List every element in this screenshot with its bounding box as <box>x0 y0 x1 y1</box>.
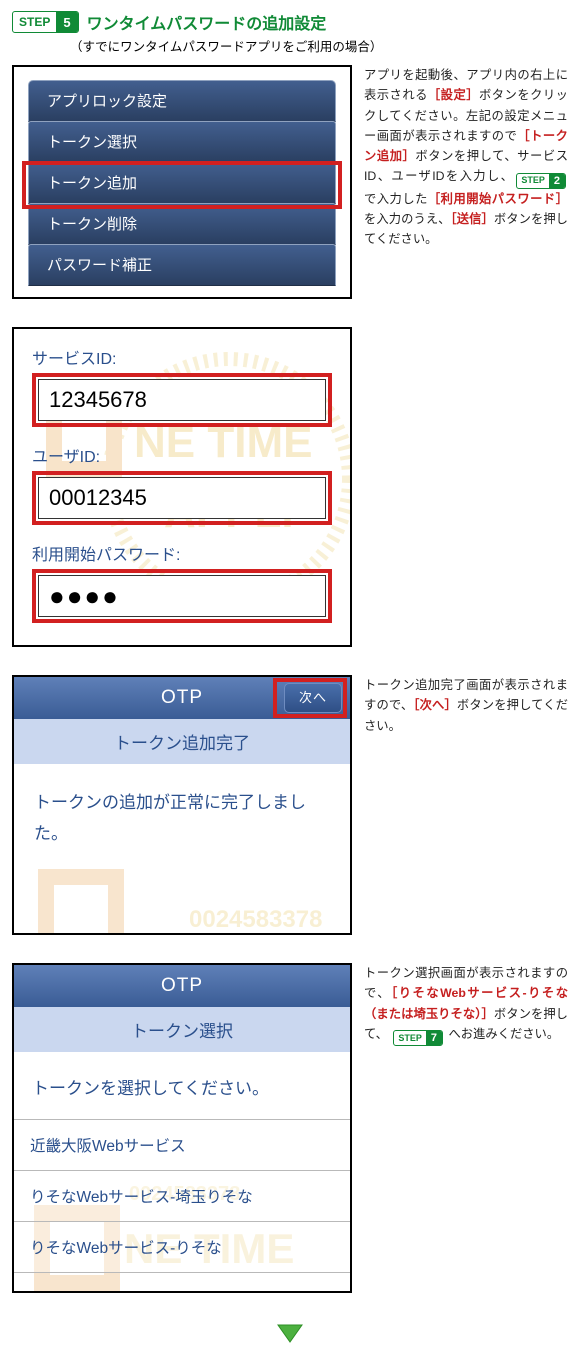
settings-note: アプリを起動後、アプリ内の右上に表示される［設定］ボタンをクリックしてください。… <box>364 65 568 250</box>
next-button[interactable]: 次へ <box>284 683 342 713</box>
menu-item-token-add[interactable]: トークン追加 <box>28 162 336 204</box>
otp-title: OTP <box>161 975 203 997</box>
menu-item-password-fix[interactable]: パスワード補正 <box>28 244 336 286</box>
settings-menu-frame: アプリロック設定 トークン選択 トークン追加 トークン削除 パスワード補正 <box>12 65 352 299</box>
step-2-badge: STEP2 <box>516 173 566 189</box>
note-hl-start-pw: ［利用開始パスワード］ <box>428 192 568 206</box>
otp-title-bar: OTP 次へ <box>14 677 350 719</box>
menu-item-token-delete[interactable]: トークン削除 <box>28 203 336 245</box>
otp-title: OTP <box>161 687 203 709</box>
note-hl-next: ［次へ］ <box>413 698 457 712</box>
token-item-kinki[interactable]: 近畿大阪Webサービス <box>14 1119 350 1170</box>
otp-subtitle: トークン追加完了 <box>14 719 350 764</box>
user-id-label: ユーザID: <box>32 443 332 467</box>
page-title: ワンタイムパスワードの追加設定 <box>87 10 327 34</box>
otp-subtitle: トークン選択 <box>14 1007 350 1052</box>
token-item-saitama[interactable]: りそなWebサービス-埼玉りそな <box>14 1170 350 1221</box>
page-subtitle: （すでにワンタイムパスワードアプリをご利用の場合） <box>70 36 568 55</box>
highlight-user-id <box>32 471 332 525</box>
token-list: 近畿大阪Webサービス りそなWebサービス-埼玉りそな りそなWebサービス-… <box>14 1119 350 1273</box>
token-item-resona[interactable]: りそなWebサービス-りそな <box>14 1221 350 1273</box>
form-frame: NE TIME APPLI サービスID: ユーザID: <box>12 327 352 647</box>
svg-text:0024583378: 0024583378 <box>189 906 322 933</box>
otp-body-text: トークンの追加が正常に完了しました。 <box>14 764 350 873</box>
note-text: へお進みください。 <box>445 1027 559 1041</box>
start-pw-field[interactable]: ●●●● <box>38 575 326 617</box>
token-select-frame: 0024583378 NE TIME OTP トークン選択 トークンを選択してく… <box>12 963 352 1293</box>
step-5-badge: STEP 5 <box>12 11 79 33</box>
user-id-field[interactable] <box>38 477 326 519</box>
complete-note: トークン追加完了画面が表示されますので、［次へ］ボタンを押してください。 <box>364 675 568 736</box>
otp-title-bar: OTP <box>14 965 350 1007</box>
step-7-badge: STEP7 <box>393 1030 443 1046</box>
step-number: 5 <box>56 12 77 32</box>
menu-item-app-lock[interactable]: アプリロック設定 <box>28 80 336 122</box>
highlight-service-id <box>32 373 332 427</box>
note-text: を入力のうえ、 <box>364 212 451 226</box>
start-pw-label: 利用開始パスワード: <box>32 541 332 565</box>
menu-item-token-select[interactable]: トークン選択 <box>28 121 336 163</box>
service-id-label: サービスID: <box>32 345 332 369</box>
settings-menu: アプリロック設定 トークン選択 トークン追加 トークン削除 パスワード補正 <box>14 67 350 297</box>
token-add-complete-frame: 0024583378 OTP 次へ トークン追加完了 トークンの追加が正常に完了… <box>12 675 352 935</box>
note-hl-send: ［送信］ <box>451 212 494 226</box>
service-id-field[interactable] <box>38 379 326 421</box>
highlight-start-pw: ●●●● <box>32 569 332 623</box>
continue-arrow-icon <box>12 1321 568 1345</box>
note-hl-settings: ［設定］ <box>428 88 479 102</box>
select-note: トークン選択画面が表示されますので、［りそなWebサービス-りそな（または埼玉り… <box>364 963 568 1046</box>
otp-body-text: トークンを選択してください。 <box>14 1052 350 1119</box>
note-text: で入力した <box>364 192 428 206</box>
step-word: STEP <box>13 15 56 29</box>
